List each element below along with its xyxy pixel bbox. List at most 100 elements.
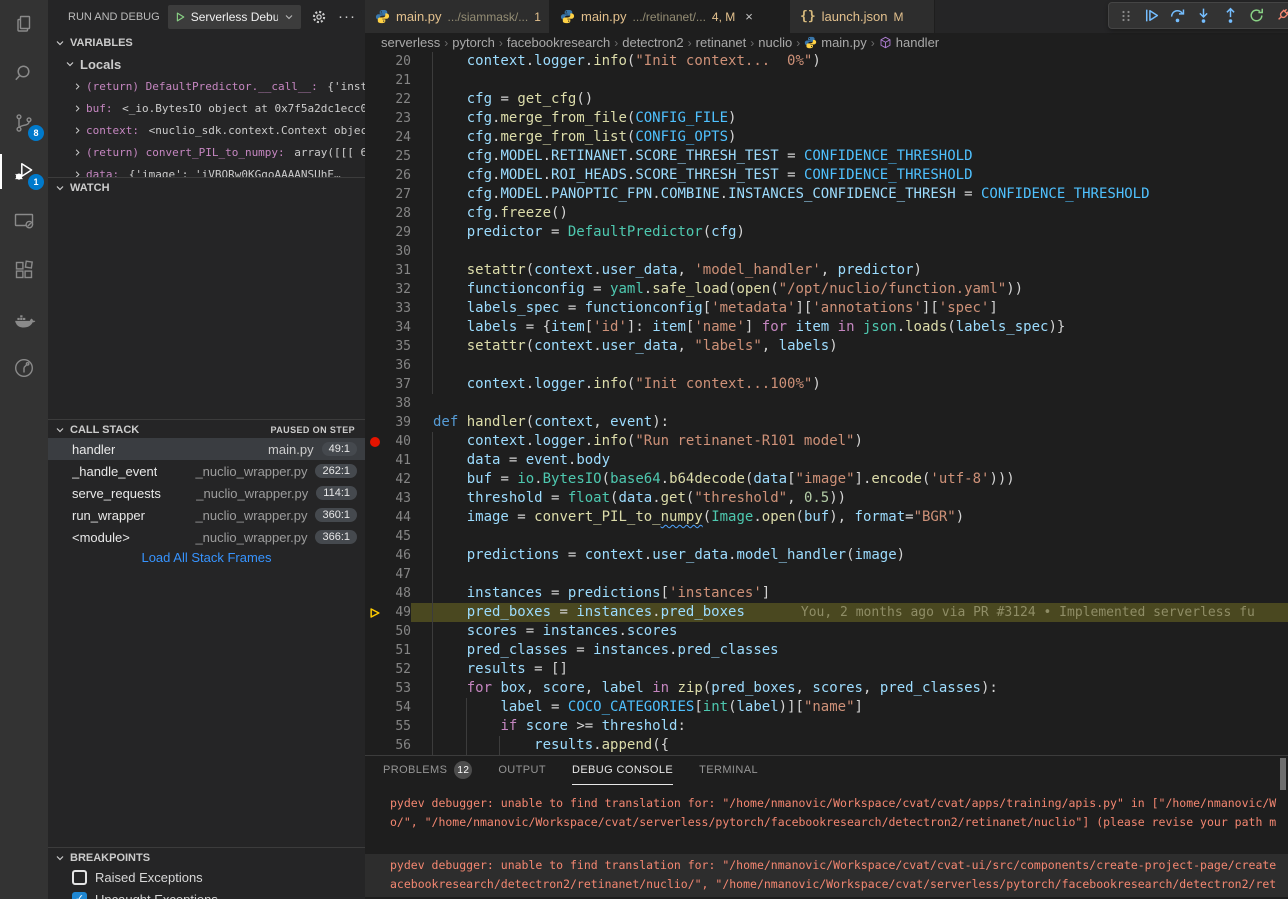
checkbox-unchecked[interactable] bbox=[72, 870, 87, 885]
breadcrumb-symbol[interactable]: handler bbox=[879, 35, 939, 50]
breakpoint-margin[interactable] bbox=[365, 109, 385, 128]
code-line-content[interactable]: def handler(context, event): bbox=[411, 413, 1288, 432]
breakpoint-margin[interactable] bbox=[365, 318, 385, 337]
code-line[interactable]: 23 cfg.merge_from_file(CONFIG_FILE) bbox=[365, 109, 1288, 128]
code-line[interactable]: 46 predictions = context.user_data.model… bbox=[365, 546, 1288, 565]
code-line[interactable]: 20 context.logger.info("Init context... … bbox=[365, 52, 1288, 71]
activity-extensions[interactable] bbox=[0, 245, 48, 294]
editor-tab[interactable]: {}launch.jsonM bbox=[790, 0, 935, 33]
breakpoints-section-header[interactable]: BREAKPOINTS bbox=[48, 847, 365, 867]
activity-docker[interactable] bbox=[0, 294, 48, 343]
breakpoint-margin[interactable] bbox=[365, 128, 385, 147]
breakpoint-margin[interactable] bbox=[365, 71, 385, 90]
variable-row[interactable]: (return) convert_PIL_to_numpy: array([[[… bbox=[48, 141, 365, 163]
code-line[interactable]: 27 cfg.MODEL.PANOPTIC_FPN.COMBINE.INSTAN… bbox=[365, 185, 1288, 204]
activity-run-and-debug[interactable]: 1 bbox=[0, 147, 48, 196]
code-line[interactable]: 41 data = event.body bbox=[365, 451, 1288, 470]
breakpoint-margin[interactable] bbox=[365, 584, 385, 603]
code-line-content[interactable]: results.append({ bbox=[411, 736, 1288, 755]
load-all-stack-frames-link[interactable]: Load All Stack Frames bbox=[48, 550, 365, 565]
code-line[interactable]: 43 threshold = float(data.get("threshold… bbox=[365, 489, 1288, 508]
breakpoint-margin[interactable] bbox=[365, 394, 385, 413]
code-line-content[interactable]: labels = {item['id']: item['name'] for i… bbox=[411, 318, 1288, 337]
code-line-content[interactable]: for box, score, label in zip(pred_boxes,… bbox=[411, 679, 1288, 698]
console-message-block[interactable]: pydev debugger: unable to find translati… bbox=[365, 792, 1288, 835]
code-line-content[interactable]: cfg = get_cfg() bbox=[411, 90, 1288, 109]
code-line-content[interactable] bbox=[411, 527, 1288, 546]
breadcrumb-item[interactable]: detectron2 bbox=[622, 35, 683, 50]
breakpoint-row[interactable]: Raised Exceptions bbox=[48, 866, 365, 888]
watch-section-header[interactable]: WATCH bbox=[48, 177, 365, 197]
breakpoint-margin[interactable] bbox=[365, 204, 385, 223]
stack-frame-row[interactable]: <module>_nuclio_wrapper.py366:1 bbox=[48, 526, 365, 548]
step-out-icon[interactable] bbox=[1219, 4, 1242, 28]
code-line-content[interactable]: data = event.body bbox=[411, 451, 1288, 470]
activity-source-control[interactable]: 8 bbox=[0, 98, 48, 147]
start-debug-icon[interactable] bbox=[174, 11, 186, 23]
activity-gitlens[interactable] bbox=[0, 343, 48, 392]
breakpoint-margin[interactable] bbox=[365, 736, 385, 755]
code-line-content[interactable] bbox=[411, 242, 1288, 261]
code-line[interactable]: 31 setattr(context.user_data, 'model_han… bbox=[365, 261, 1288, 280]
breakpoint-margin[interactable] bbox=[365, 185, 385, 204]
code-line[interactable]: 24 cfg.merge_from_list(CONFIG_OPTS) bbox=[365, 128, 1288, 147]
breakpoint-margin[interactable] bbox=[365, 679, 385, 698]
editor-tab[interactable]: main.py.../siammask/...1 bbox=[365, 0, 550, 33]
code-line-content[interactable]: pred_boxes = instances.pred_boxesYou, 2 … bbox=[411, 603, 1288, 622]
breakpoint-margin[interactable] bbox=[365, 356, 385, 375]
panel-tab-debug-console[interactable]: DEBUG CONSOLE bbox=[572, 756, 673, 785]
breakpoint-margin[interactable] bbox=[365, 508, 385, 527]
code-line-content[interactable]: setattr(context.user_data, "labels", lab… bbox=[411, 337, 1288, 356]
breakpoint-margin[interactable] bbox=[365, 603, 385, 622]
code-line[interactable]: 49 pred_boxes = instances.pred_boxesYou,… bbox=[365, 603, 1288, 622]
code-line-content[interactable]: context.logger.info("Init context... 0%"… bbox=[411, 52, 1288, 71]
code-line[interactable]: 39def handler(context, event): bbox=[365, 413, 1288, 432]
code-line[interactable]: 25 cfg.MODEL.RETINANET.SCORE_THRESH_TEST… bbox=[365, 147, 1288, 166]
code-line-content[interactable]: results = [] bbox=[411, 660, 1288, 679]
call-stack-section-header[interactable]: CALL STACK PAUSED ON STEP bbox=[48, 419, 365, 439]
code-line-content[interactable] bbox=[411, 394, 1288, 413]
breadcrumb-item[interactable]: pytorch bbox=[452, 35, 495, 50]
continue-icon[interactable] bbox=[1140, 4, 1163, 28]
variable-row[interactable]: (return) DefaultPredictor.__call__: {'in… bbox=[48, 75, 365, 97]
code-line[interactable]: 32 functionconfig = yaml.safe_load(open(… bbox=[365, 280, 1288, 299]
locals-scope-row[interactable]: Locals bbox=[48, 53, 365, 75]
stack-frame-row[interactable]: handlermain.py49:1 bbox=[48, 438, 365, 460]
code-line-content[interactable]: instances = predictions['instances'] bbox=[411, 584, 1288, 603]
code-line[interactable]: 50 scores = instances.scores bbox=[365, 622, 1288, 641]
breakpoint-margin[interactable] bbox=[365, 527, 385, 546]
code-line-content[interactable]: cfg.freeze() bbox=[411, 204, 1288, 223]
code-line-content[interactable] bbox=[411, 71, 1288, 90]
code-line-content[interactable]: predictor = DefaultPredictor(cfg) bbox=[411, 223, 1288, 242]
code-line[interactable]: 37 context.logger.info("Init context...1… bbox=[365, 375, 1288, 394]
code-line-content[interactable]: functionconfig = yaml.safe_load(open("/o… bbox=[411, 280, 1288, 299]
code-line[interactable]: 22 cfg = get_cfg() bbox=[365, 90, 1288, 109]
debug-console-output[interactable]: pydev debugger: unable to find translati… bbox=[365, 786, 1288, 899]
breakpoint-margin[interactable] bbox=[365, 451, 385, 470]
breakpoint-margin[interactable] bbox=[365, 166, 385, 185]
breakpoint-row[interactable]: ✓Uncaught Exceptions bbox=[48, 888, 365, 899]
code-line[interactable]: 21 bbox=[365, 71, 1288, 90]
code-line-content[interactable] bbox=[411, 565, 1288, 584]
breakpoint-margin[interactable] bbox=[365, 489, 385, 508]
code-line[interactable]: 28 cfg.freeze() bbox=[365, 204, 1288, 223]
close-icon[interactable]: × bbox=[745, 9, 753, 24]
code-line[interactable]: 40 context.logger.info("Run retinanet-R1… bbox=[365, 432, 1288, 451]
drag-handle-icon[interactable] bbox=[1114, 4, 1137, 28]
activity-remote-explorer[interactable] bbox=[0, 196, 48, 245]
code-line-content[interactable]: context.logger.info("Init context...100%… bbox=[411, 375, 1288, 394]
code-line-content[interactable]: image = convert_PIL_to_numpy(Image.open(… bbox=[411, 508, 1288, 527]
code-line[interactable]: 51 pred_classes = instances.pred_classes bbox=[365, 641, 1288, 660]
variables-section-header[interactable]: VARIABLES bbox=[48, 33, 365, 53]
code-line-content[interactable]: buf = io.BytesIO(base64.b64decode(data["… bbox=[411, 470, 1288, 489]
breakpoint-margin[interactable] bbox=[365, 223, 385, 242]
code-line[interactable]: 35 setattr(context.user_data, "labels", … bbox=[365, 337, 1288, 356]
stack-frame-row[interactable]: serve_requests_nuclio_wrapper.py114:1 bbox=[48, 482, 365, 504]
breadcrumb-item[interactable]: facebookresearch bbox=[507, 35, 610, 50]
code-line[interactable]: 34 labels = {item['id']: item['name'] fo… bbox=[365, 318, 1288, 337]
breadcrumb-item[interactable]: retinanet bbox=[696, 35, 747, 50]
code-line[interactable]: 38 bbox=[365, 394, 1288, 413]
code-line-content[interactable]: labels_spec = functionconfig['metadata']… bbox=[411, 299, 1288, 318]
code-line-content[interactable]: cfg.MODEL.PANOPTIC_FPN.COMBINE.INSTANCES… bbox=[411, 185, 1288, 204]
code-line-content[interactable]: pred_classes = instances.pred_classes bbox=[411, 641, 1288, 660]
